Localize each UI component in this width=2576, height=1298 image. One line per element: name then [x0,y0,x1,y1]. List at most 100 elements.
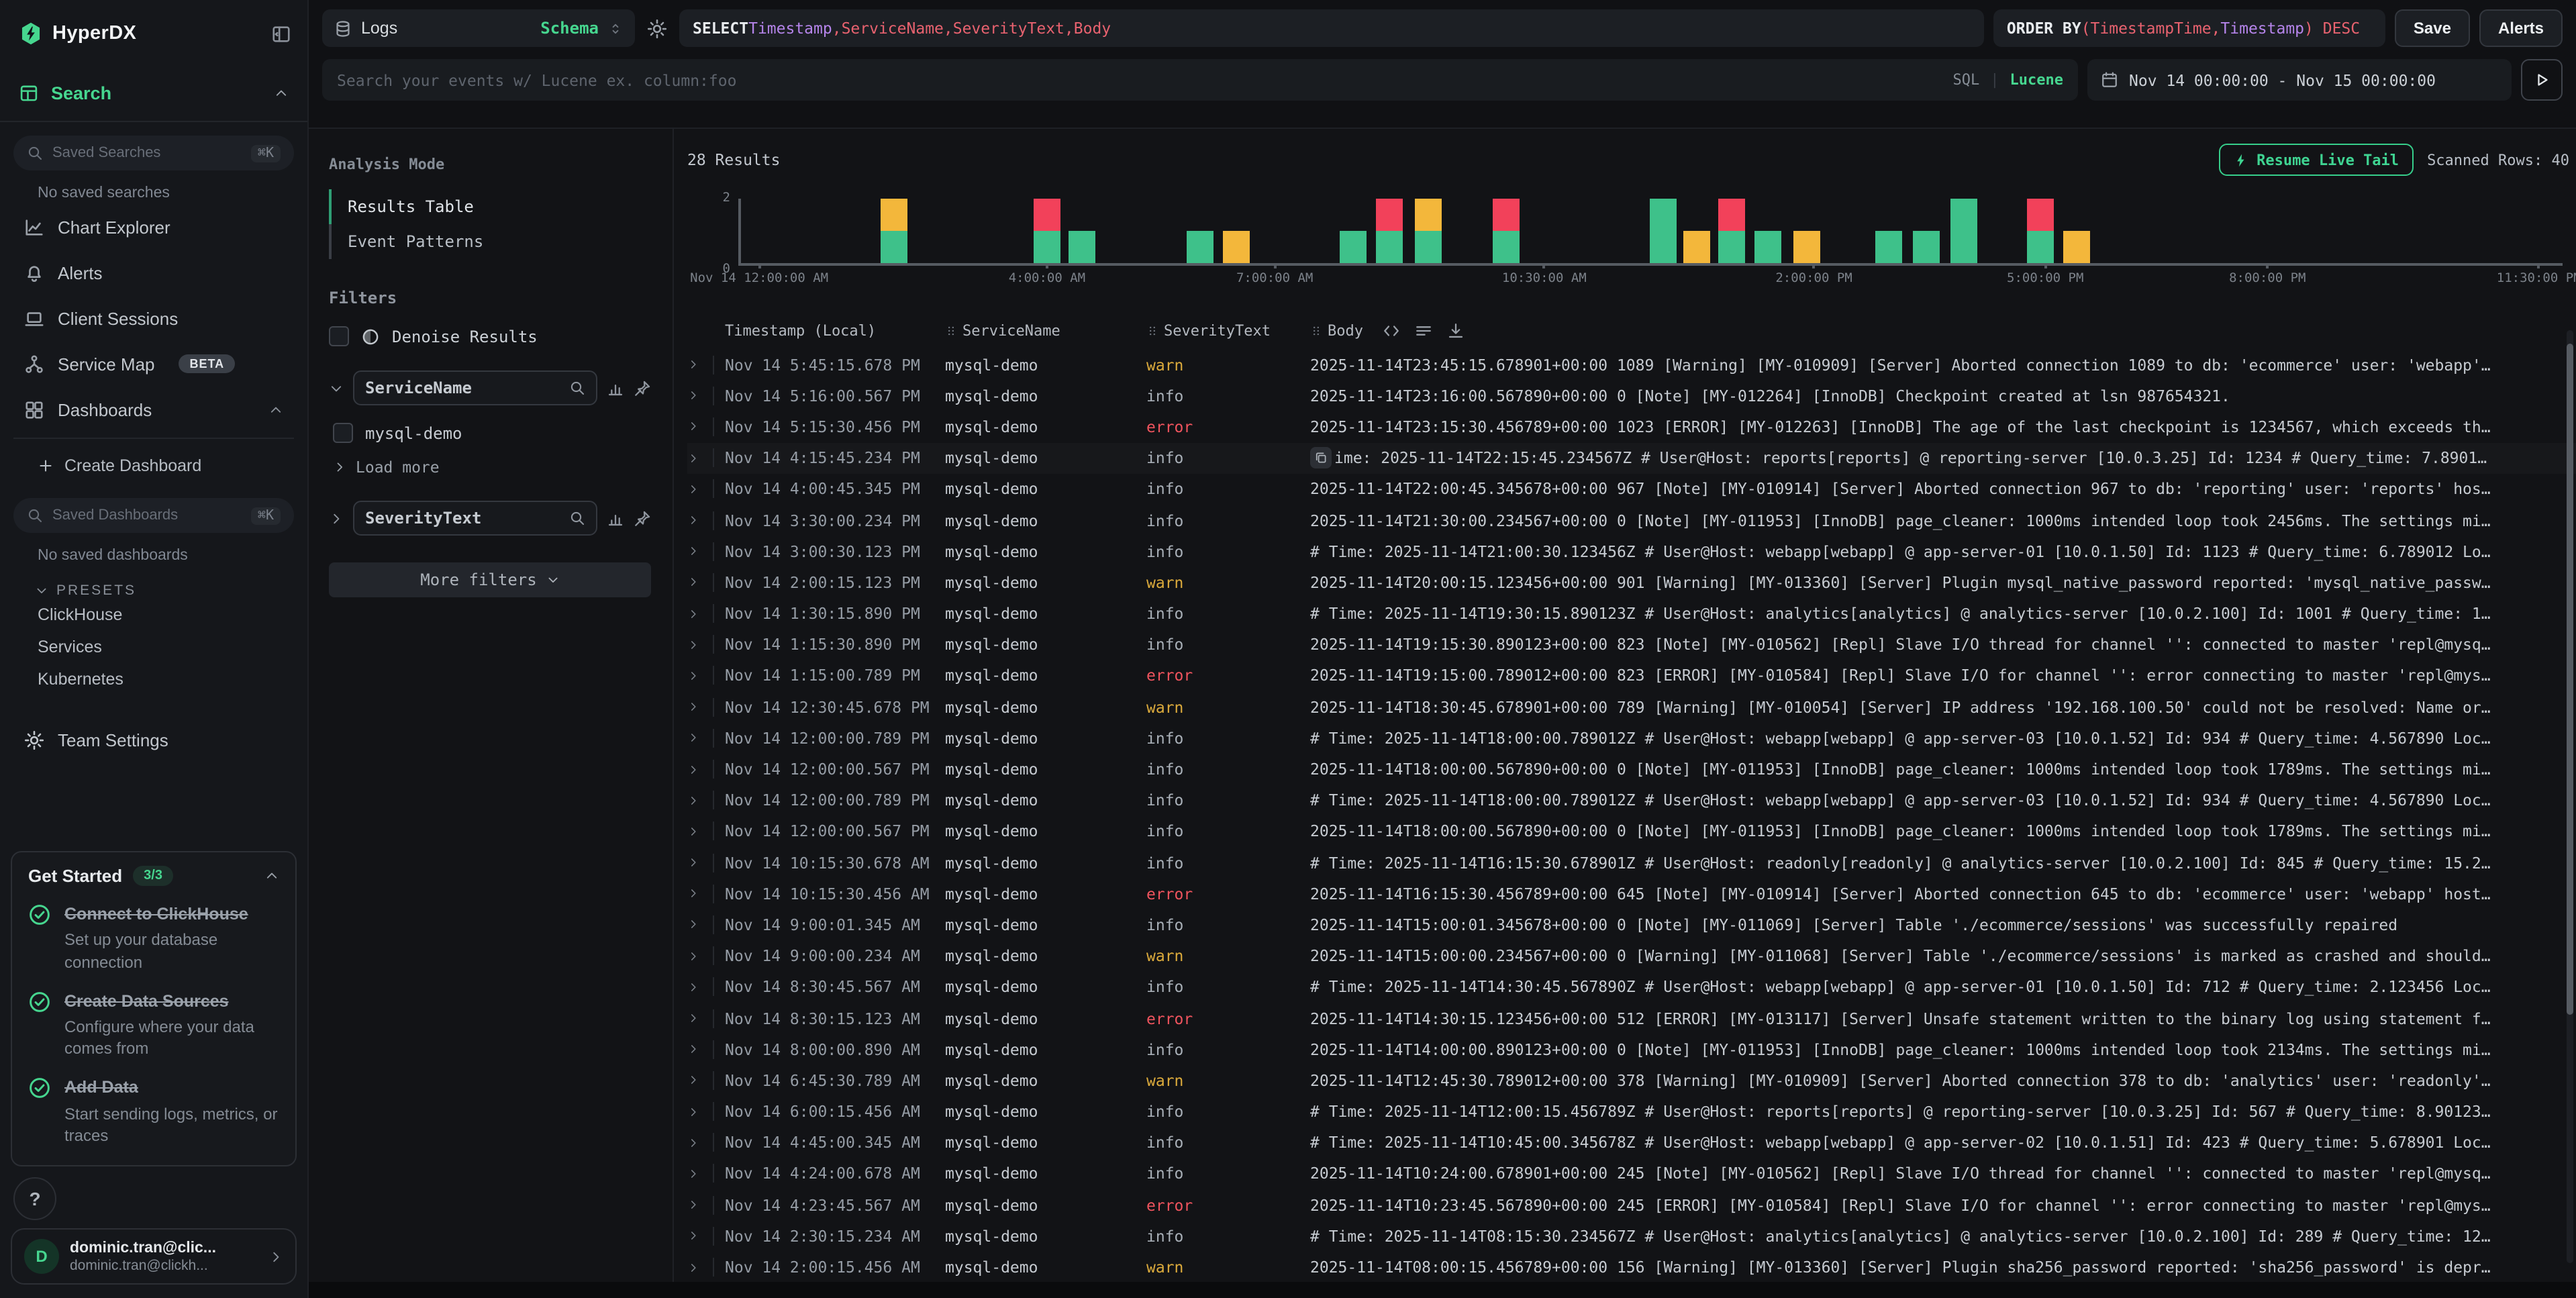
expand-row-icon[interactable] [687,1134,714,1152]
chevron-up-icon[interactable] [274,85,289,100]
lang-lucene-toggle[interactable]: Lucene [2010,71,2064,89]
histogram-bar[interactable] [1414,199,1441,263]
column-drag-handle-icon[interactable] [945,324,957,336]
expand-row-icon[interactable] [687,853,714,872]
expand-row-icon[interactable] [687,1258,714,1277]
expand-row-icon[interactable] [687,636,714,654]
expand-row-icon[interactable] [687,387,714,405]
expand-row-icon[interactable] [687,417,714,436]
table-scrollbar[interactable] [2567,330,2573,1263]
expand-row-icon[interactable] [687,604,714,623]
load-more-button[interactable]: Load more [329,458,651,477]
table-row[interactable]: Nov 14 5:15:30.456 PMmysql-demoerror2025… [687,411,2576,442]
sidebar-collapse-icon[interactable] [271,23,291,44]
date-range-picker[interactable]: Nov 14 00:00:00 - Nov 15 00:00:00 [2087,59,2512,101]
histogram-bar[interactable] [1684,231,1711,263]
presets-toggle[interactable]: PRESETS [35,583,294,599]
column-header-severitytext[interactable]: SeverityText [1146,321,1310,339]
histogram-bar[interactable] [1649,199,1676,263]
expand-row-icon[interactable] [687,1164,714,1183]
pin-icon[interactable] [634,379,651,397]
expand-row-icon[interactable] [687,1227,714,1246]
expand-row-icon[interactable] [687,1040,714,1058]
chevron-right-icon[interactable] [329,511,344,526]
lang-sql-toggle[interactable]: SQL [1953,71,1980,89]
saved-dashboards-input[interactable]: Saved Dashboards ⌘K [13,498,294,533]
pin-icon[interactable] [634,509,651,527]
expand-row-icon[interactable] [687,573,714,592]
histogram-bar[interactable] [1034,199,1060,263]
expand-row-icon[interactable] [687,885,714,903]
histogram-bar[interactable] [2026,199,2053,263]
table-row[interactable]: Nov 14 4:00:45.345 PMmysql-demoinfo2025-… [687,474,2576,505]
table-row[interactable]: Nov 14 12:30:45.678 PMmysql-demowarn2025… [687,691,2576,722]
saved-searches-input[interactable]: Saved Searches ⌘K [13,136,294,170]
facet-search-box[interactable]: SeverityText [353,501,597,536]
histogram-bar[interactable] [1875,231,1902,263]
sidebar-item-search[interactable]: Search [19,75,289,110]
run-query-button[interactable] [2521,59,2563,101]
table-row[interactable]: Nov 14 12:00:00.567 PMmysql-demoinfo2025… [687,816,2576,847]
chevron-up-icon[interactable] [268,402,283,417]
histogram-bar[interactable] [1914,231,1940,263]
copy-icon[interactable] [1310,447,1332,468]
table-row[interactable]: Nov 14 9:00:01.345 AMmysql-demoinfo2025-… [687,909,2576,940]
sql-select-input[interactable]: SELECT Timestamp,ServiceName,SeverityTex… [679,9,1984,47]
expand-row-icon[interactable] [687,1009,714,1028]
table-row[interactable]: Nov 14 10:15:30.678 AMmysql-demoinfo# Ti… [687,847,2576,878]
expand-row-icon[interactable] [687,480,714,499]
histogram-bar[interactable] [1340,231,1367,263]
analysis-mode-event-patterns[interactable]: Event Patterns [329,224,651,259]
save-button[interactable]: Save [2395,9,2470,47]
table-row[interactable]: Nov 14 8:30:45.567 AMmysql-demoinfo# Tim… [687,972,2576,1003]
code-view-icon[interactable] [1382,321,1399,339]
sidebar-item-team-settings[interactable]: Team Settings [13,717,294,762]
get-started-step[interactable]: Connect to ClickHouseSet up your databas… [28,903,279,972]
table-row[interactable]: Nov 14 3:30:00.234 PMmysql-demoinfo2025-… [687,505,2576,536]
sidebar-item-service-map[interactable]: Service MapBETA [13,341,294,387]
get-started-step[interactable]: Add DataStart sending logs, metrics, or … [28,1077,279,1146]
table-row[interactable]: Nov 14 4:24:00.678 AMmysql-demoinfo2025-… [687,1158,2576,1189]
histogram-bar[interactable] [1187,231,1213,263]
histogram-bar[interactable] [1069,231,1095,263]
table-row[interactable]: Nov 14 12:00:00.567 PMmysql-demoinfo2025… [687,754,2576,785]
expand-row-icon[interactable] [687,822,714,841]
sidebar-item-alerts[interactable]: Alerts [13,250,294,295]
table-row[interactable]: Nov 14 10:15:30.456 AMmysql-demoerror202… [687,878,2576,909]
histogram-bar[interactable] [2063,231,2089,263]
table-row[interactable]: Nov 14 8:00:00.890 AMmysql-demoinfo2025-… [687,1034,2576,1064]
facet-value-mysql-demo[interactable]: mysql-demo [329,423,651,443]
expand-row-icon[interactable] [687,791,714,809]
table-row[interactable]: Nov 14 1:15:00.789 PMmysql-demoerror2025… [687,660,2576,691]
sidebar-item-dashboards[interactable]: Dashboards [13,387,294,432]
expand-row-icon[interactable] [687,1071,714,1090]
source-selector[interactable]: Logs Schema [322,9,635,47]
column-header-body[interactable]: Body [1310,321,2565,339]
table-row[interactable]: Nov 14 2:00:15.456 AMmysql-demowarn2025-… [687,1252,2576,1282]
table-row[interactable]: Nov 14 4:45:00.345 AMmysql-demoinfo# Tim… [687,1127,2576,1158]
resume-live-tail-button[interactable]: Resume Live Tail [2219,144,2414,176]
table-row[interactable]: Nov 14 12:00:00.789 PMmysql-demoinfo# Ti… [687,785,2576,815]
table-row[interactable]: Nov 14 6:00:15.456 AMmysql-demoinfo# Tim… [687,1096,2576,1127]
histogram-bar[interactable] [1755,231,1782,263]
expand-row-icon[interactable] [687,1195,714,1214]
expand-row-icon[interactable] [687,729,714,748]
preset-dashboard-kubernetes[interactable]: Kubernetes [13,663,294,695]
expand-row-icon[interactable] [687,1102,714,1121]
user-menu[interactable]: D dominic.tran@clic... dominic.tran@clic… [11,1228,297,1285]
facet-value-checkbox[interactable] [333,423,353,443]
more-filters-button[interactable]: More filters [329,562,651,597]
table-row[interactable]: Nov 14 1:30:15.890 PMmysql-demoinfo# Tim… [687,598,2576,629]
facet-chart-icon[interactable] [607,379,624,397]
expand-row-icon[interactable] [687,697,714,716]
histogram-bar[interactable] [1950,199,1977,263]
expand-row-icon[interactable] [687,760,714,779]
table-row[interactable]: Nov 14 2:00:15.123 PMmysql-demowarn2025-… [687,567,2576,598]
expand-row-icon[interactable] [687,915,714,934]
expand-row-icon[interactable] [687,978,714,997]
expand-row-icon[interactable] [687,542,714,560]
histogram-bar[interactable] [1718,199,1745,263]
denoise-results-toggle[interactable]: Denoise Results [329,326,651,346]
chevron-down-icon[interactable] [329,381,344,395]
table-row[interactable]: Nov 14 3:00:30.123 PMmysql-demoinfo# Tim… [687,536,2576,566]
